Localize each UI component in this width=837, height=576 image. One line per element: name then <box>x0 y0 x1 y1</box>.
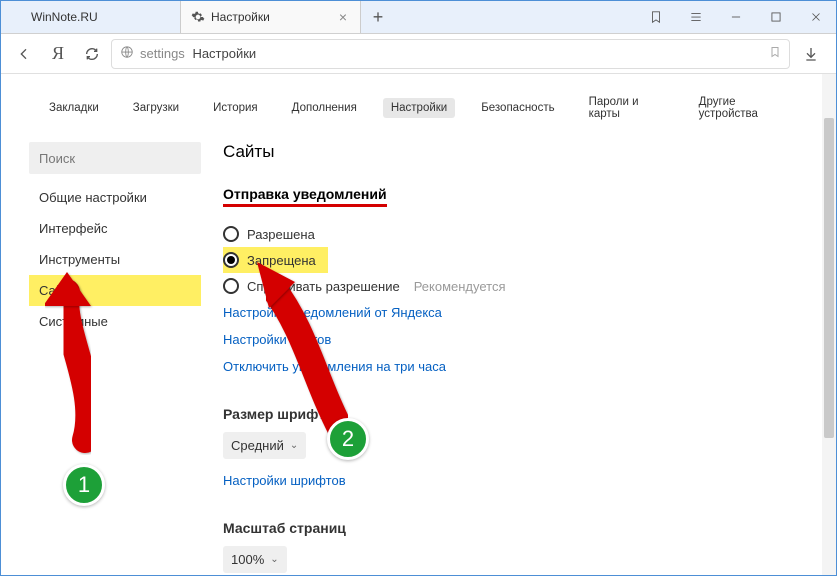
radio-icon <box>223 226 239 242</box>
radio-ask[interactable]: Спрашивать разрешение Рекомендуется <box>223 273 792 299</box>
notifications-section: Отправка уведомлений Разрешена Запрещена… <box>223 186 792 380</box>
bookmark-icon[interactable] <box>769 45 781 62</box>
new-tab-button[interactable]: + <box>361 1 395 33</box>
browser-tab-settings[interactable]: Настройки × <box>181 1 361 33</box>
address-bar[interactable]: settings Настройки <box>111 39 790 69</box>
settings-sidebar: Поиск Общие настройки Интерфейс Инструме… <box>29 142 201 573</box>
radio-icon <box>223 252 239 268</box>
topnav-passwords[interactable]: Пароли и карты <box>581 92 673 124</box>
sidebar-item-interface[interactable]: Интерфейс <box>29 213 201 244</box>
page-title: Сайты <box>223 142 792 162</box>
link-site-settings[interactable]: Настройки сайтов <box>223 326 792 353</box>
close-window-button[interactable] <box>796 1 836 34</box>
gear-icon <box>191 10 205 24</box>
link-font-settings[interactable]: Настройки шрифтов <box>223 467 792 494</box>
windows-icon <box>11 10 25 24</box>
radio-icon <box>223 278 239 294</box>
topnav-devices[interactable]: Другие устройства <box>691 92 796 124</box>
topnav-addons[interactable]: Дополнения <box>284 98 365 118</box>
link-yandex-notif-settings[interactable]: Настройки уведомлений от Яндекса <box>223 299 792 326</box>
minimize-button[interactable] <box>716 1 756 34</box>
reader-icon[interactable] <box>636 1 676 34</box>
radio-blocked[interactable]: Запрещена <box>223 247 328 273</box>
tab-title: Настройки <box>211 10 270 24</box>
zoom-title: Масштаб страниц <box>223 520 792 536</box>
select-value: Средний <box>231 438 284 453</box>
sidebar-item-tools[interactable]: Инструменты <box>29 244 201 275</box>
settings-top-nav: Закладки Загрузки История Дополнения Нас… <box>1 74 836 142</box>
radio-allowed[interactable]: Разрешена <box>223 221 792 247</box>
tab-title: WinNote.RU <box>31 10 98 24</box>
radio-label: Спрашивать разрешение <box>247 279 400 294</box>
notifications-title: Отправка уведомлений <box>223 186 387 207</box>
menu-icon[interactable] <box>676 1 716 34</box>
page-content: Закладки Загрузки История Дополнения Нас… <box>1 74 836 575</box>
radio-label: Разрешена <box>247 227 315 242</box>
font-title: Размер шрифта <box>223 406 792 422</box>
settings-search-input[interactable]: Поиск <box>29 142 201 174</box>
scroll-thumb[interactable] <box>824 118 834 438</box>
browser-tab-winnote[interactable]: WinNote.RU <box>1 1 181 33</box>
sidebar-item-sites[interactable]: Сайты <box>29 275 201 306</box>
font-section: Размер шрифта Средний ⌄ Настройки шрифто… <box>223 406 792 494</box>
sidebar-item-system[interactable]: Системные <box>29 306 201 337</box>
radio-label: Запрещена <box>247 253 316 268</box>
downloads-button[interactable] <box>794 46 828 62</box>
window-actions <box>636 1 836 33</box>
zoom-select[interactable]: 100% ⌄ <box>223 546 287 573</box>
settings-main: Сайты Отправка уведомлений Разрешена Зап… <box>223 142 808 573</box>
topnav-settings[interactable]: Настройки <box>383 98 455 118</box>
topnav-bookmarks[interactable]: Закладки <box>41 98 107 118</box>
chevron-down-icon: ⌄ <box>290 440 298 451</box>
recommended-hint: Рекомендуется <box>414 279 506 294</box>
back-button[interactable] <box>9 39 39 69</box>
yandex-home-button[interactable]: Я <box>43 39 73 69</box>
chevron-down-icon: ⌄ <box>270 554 278 565</box>
font-size-select[interactable]: Средний ⌄ <box>223 432 306 459</box>
link-disable-3h[interactable]: Отключить уведомления на три часа <box>223 353 792 380</box>
topnav-security[interactable]: Безопасность <box>473 98 562 118</box>
reload-button[interactable] <box>77 39 107 69</box>
vertical-scrollbar[interactable] <box>822 74 836 575</box>
globe-icon <box>120 45 134 62</box>
sidebar-item-general[interactable]: Общие настройки <box>29 182 201 213</box>
maximize-button[interactable] <box>756 1 796 34</box>
title-bar: WinNote.RU Настройки × + <box>1 1 836 34</box>
close-tab-icon[interactable]: × <box>336 9 350 25</box>
zoom-section: Масштаб страниц 100% ⌄ <box>223 520 792 573</box>
topnav-history[interactable]: История <box>205 98 266 118</box>
topnav-downloads[interactable]: Загрузки <box>125 98 187 118</box>
browser-toolbar: Я settings Настройки <box>1 34 836 74</box>
address-text: settings Настройки <box>140 46 256 61</box>
select-value: 100% <box>231 552 264 567</box>
